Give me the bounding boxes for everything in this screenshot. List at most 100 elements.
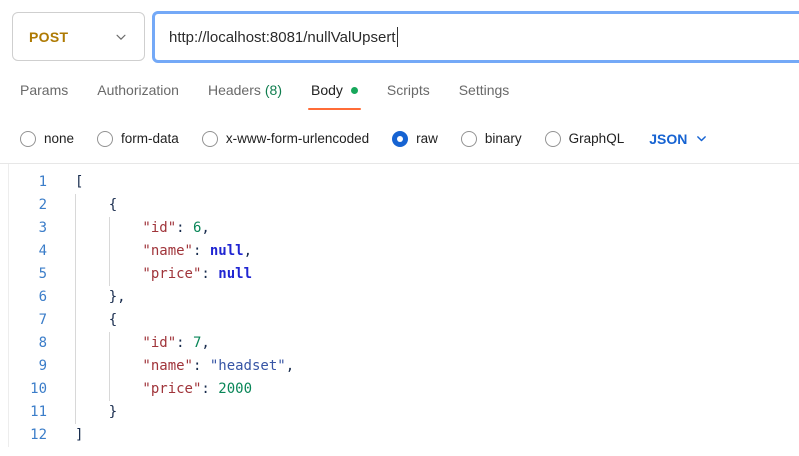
tab-label: Params bbox=[20, 82, 68, 98]
radio-graphql[interactable]: GraphQL bbox=[545, 131, 625, 147]
code-line[interactable]: 6}, bbox=[9, 286, 799, 309]
radio-label: binary bbox=[485, 131, 522, 146]
line-number: 11 bbox=[9, 401, 47, 424]
radio-none[interactable]: none bbox=[20, 131, 74, 147]
radio-label: raw bbox=[416, 131, 438, 146]
tab-label: Scripts bbox=[387, 82, 430, 98]
code-token: : bbox=[193, 358, 210, 374]
code-line-content: { bbox=[47, 309, 117, 332]
code-token: : bbox=[201, 266, 218, 282]
indent-guide bbox=[75, 378, 109, 401]
code-line[interactable]: 7{ bbox=[9, 309, 799, 332]
code-token: : bbox=[176, 335, 193, 351]
body-type-selector: none form-data x-www-form-urlencoded raw… bbox=[0, 110, 799, 154]
code-line[interactable]: 9"name": "headset", bbox=[9, 355, 799, 378]
indent-guide bbox=[109, 378, 143, 401]
line-number: 3 bbox=[9, 217, 47, 240]
code-token: , bbox=[286, 358, 294, 374]
code-line[interactable]: 11} bbox=[9, 401, 799, 424]
code-line-content: ] bbox=[47, 424, 83, 447]
tab-params[interactable]: Params bbox=[20, 82, 68, 110]
line-number: 5 bbox=[9, 263, 47, 286]
unsaved-changes-dot-icon bbox=[351, 87, 358, 94]
request-url-bar: POST http://localhost:8081/nullValUpsert bbox=[0, 0, 799, 62]
code-token: "id" bbox=[142, 335, 176, 351]
indent-guide bbox=[75, 194, 109, 217]
code-token: "id" bbox=[142, 220, 176, 236]
code-token: , bbox=[201, 335, 209, 351]
body-code-editor[interactable]: 1[2{3"id": 6,4"name": null,5"price": nul… bbox=[8, 164, 799, 447]
code-line[interactable]: 1[ bbox=[9, 171, 799, 194]
code-token: }, bbox=[109, 289, 126, 305]
code-line-content: { bbox=[47, 194, 117, 217]
line-number: 4 bbox=[9, 240, 47, 263]
code-line[interactable]: 10"price": 2000 bbox=[9, 378, 799, 401]
tab-scripts[interactable]: Scripts bbox=[387, 82, 430, 110]
chevron-down-icon bbox=[114, 30, 128, 44]
code-line-content: "price": 2000 bbox=[47, 378, 252, 401]
code-line[interactable]: 8"id": 7, bbox=[9, 332, 799, 355]
radio-raw[interactable]: raw bbox=[392, 131, 438, 147]
code-line[interactable]: 5"price": null bbox=[9, 263, 799, 286]
radio-x-www-form-urlencoded[interactable]: x-www-form-urlencoded bbox=[202, 131, 369, 147]
line-number: 9 bbox=[9, 355, 47, 378]
code-line[interactable]: 4"name": null, bbox=[9, 240, 799, 263]
code-token: , bbox=[201, 220, 209, 236]
tab-label: Authorization bbox=[97, 82, 179, 98]
code-token: { bbox=[109, 197, 117, 213]
code-token: , bbox=[244, 243, 252, 259]
code-token: "headset" bbox=[210, 358, 286, 374]
url-input[interactable]: http://localhost:8081/nullValUpsert bbox=[152, 11, 799, 63]
code-token: [ bbox=[75, 174, 83, 190]
tab-authorization[interactable]: Authorization bbox=[97, 82, 179, 110]
indent-guide bbox=[109, 355, 143, 378]
code-token: : bbox=[201, 381, 218, 397]
code-token: null bbox=[210, 243, 244, 259]
code-token: ] bbox=[75, 427, 83, 443]
indent-guide bbox=[75, 401, 109, 424]
code-token: "price" bbox=[142, 381, 201, 397]
radio-icon bbox=[20, 131, 36, 147]
code-line-content: "id": 6, bbox=[47, 217, 210, 240]
method-label: POST bbox=[29, 29, 68, 45]
indent-guide bbox=[75, 355, 109, 378]
line-number: 8 bbox=[9, 332, 47, 355]
code-line[interactable]: 3"id": 6, bbox=[9, 217, 799, 240]
language-value: JSON bbox=[649, 131, 687, 147]
indent-guide bbox=[75, 332, 109, 355]
radio-binary[interactable]: binary bbox=[461, 131, 522, 147]
code-token: : bbox=[176, 220, 193, 236]
language-dropdown[interactable]: JSON bbox=[649, 131, 708, 147]
code-token: 2000 bbox=[218, 381, 252, 397]
chevron-down-icon bbox=[695, 132, 708, 145]
editor-lines: 1[2{3"id": 6,4"name": null,5"price": nul… bbox=[9, 171, 799, 447]
line-number: 1 bbox=[9, 171, 47, 194]
tab-label: Settings bbox=[459, 82, 510, 98]
code-line[interactable]: 12] bbox=[9, 424, 799, 447]
code-token: "name" bbox=[142, 243, 193, 259]
radio-icon bbox=[202, 131, 218, 147]
code-line[interactable]: 2{ bbox=[9, 194, 799, 217]
radio-form-data[interactable]: form-data bbox=[97, 131, 179, 147]
tab-settings[interactable]: Settings bbox=[459, 82, 510, 110]
code-line-content: "id": 7, bbox=[47, 332, 210, 355]
indent-guide bbox=[109, 217, 143, 240]
code-token: : bbox=[193, 243, 210, 259]
code-line-content: "name": null, bbox=[47, 240, 252, 263]
indent-guide bbox=[75, 286, 109, 309]
code-line-content: "name": "headset", bbox=[47, 355, 294, 378]
radio-icon bbox=[97, 131, 113, 147]
tab-body[interactable]: Body bbox=[311, 82, 358, 110]
line-number: 2 bbox=[9, 194, 47, 217]
active-tab-underline bbox=[308, 108, 361, 110]
radio-selected-icon bbox=[392, 131, 408, 147]
radio-label: form-data bbox=[121, 131, 179, 146]
code-token: "price" bbox=[142, 266, 201, 282]
code-line-content: }, bbox=[47, 286, 126, 309]
radio-label: x-www-form-urlencoded bbox=[226, 131, 369, 146]
indent-guide bbox=[109, 332, 143, 355]
radio-icon bbox=[461, 131, 477, 147]
method-dropdown[interactable]: POST bbox=[12, 12, 145, 61]
tab-headers[interactable]: Headers (8) bbox=[208, 82, 282, 110]
line-number: 10 bbox=[9, 378, 47, 401]
